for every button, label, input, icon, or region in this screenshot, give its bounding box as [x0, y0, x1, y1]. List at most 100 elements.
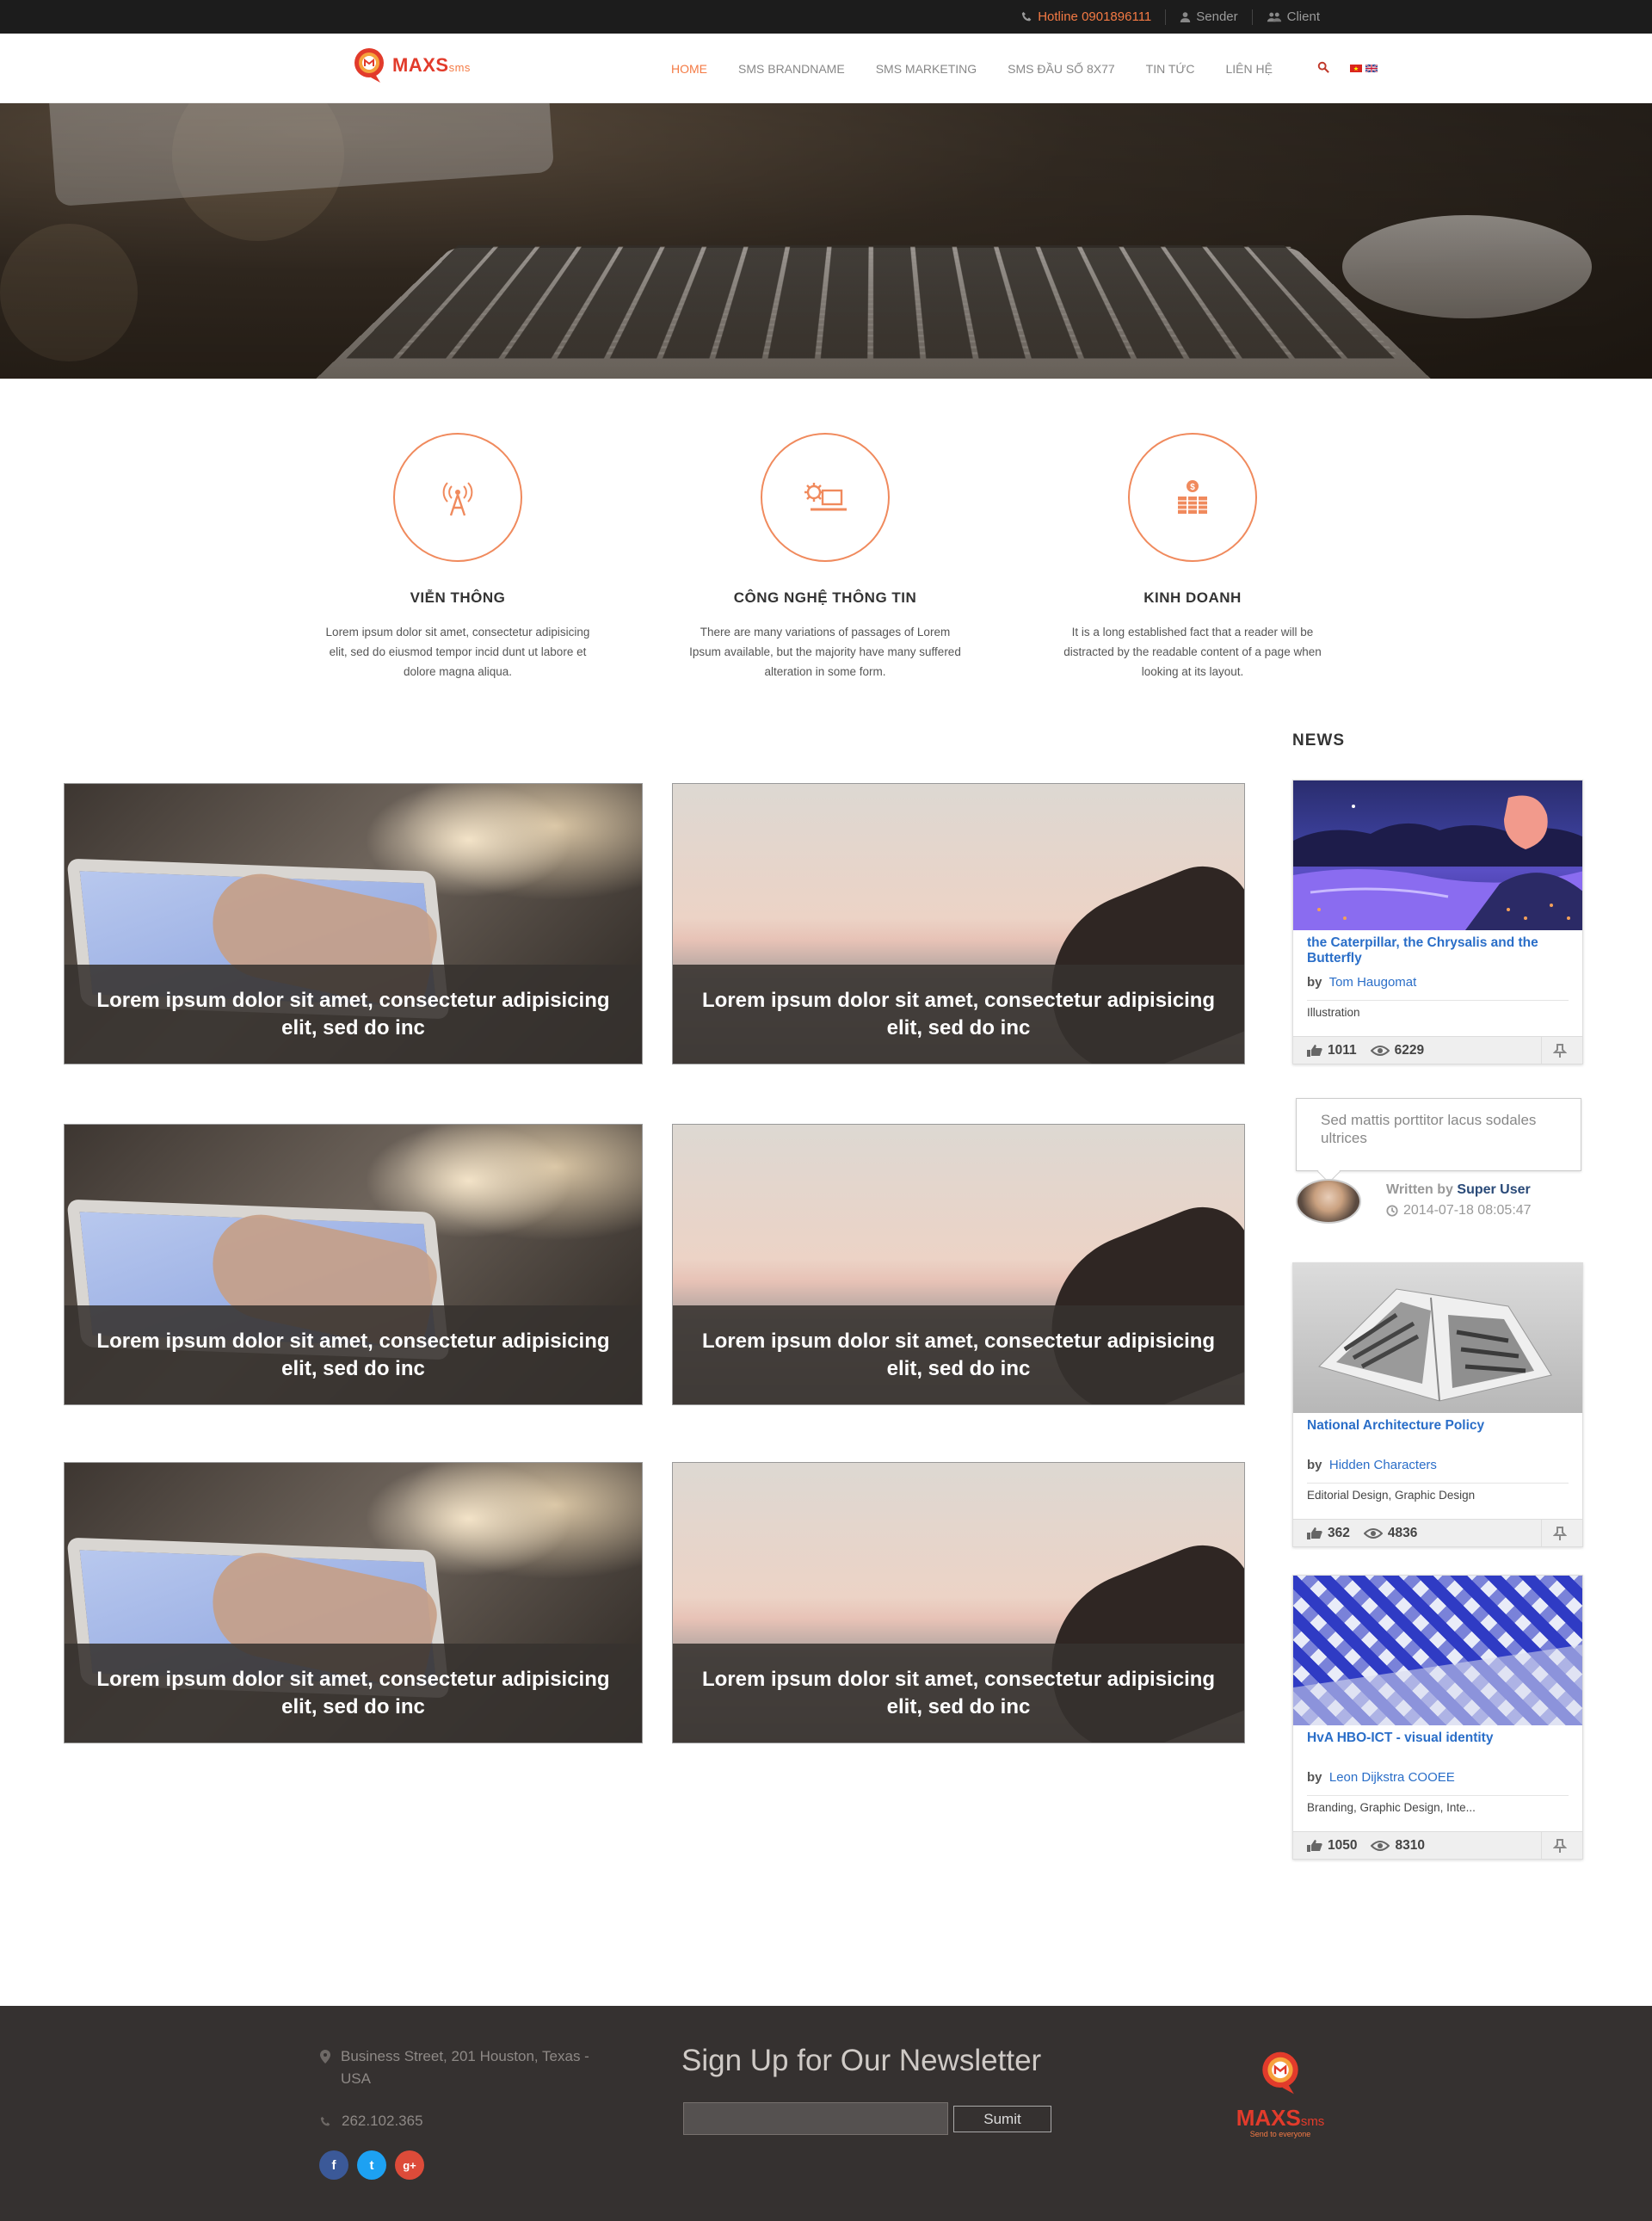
client-link[interactable]: Client	[1252, 9, 1334, 25]
likes-count: 1011	[1307, 1043, 1357, 1058]
news-card-image	[1293, 1263, 1582, 1413]
footer-logo-text: MAXSsms	[1220, 2105, 1341, 2132]
nav-item-sms-brandname[interactable]: SMS BRANDNAME	[738, 62, 845, 76]
map-marker-icon	[320, 2050, 330, 2064]
author-link[interactable]: Super User	[1457, 1182, 1530, 1197]
testimonial-quote: Sed mattis porttitor lacus sodales ultri…	[1296, 1098, 1581, 1171]
nav-item-tin-tuc[interactable]: TIN TỨC	[1146, 62, 1195, 76]
news-card-title[interactable]: National Architecture Policy	[1307, 1418, 1569, 1454]
tile-caption: Lorem ipsum dolor sit amet, consectetur …	[673, 965, 1244, 1064]
footer-logo[interactable]: MAXSsms Send to everyone	[1220, 2049, 1341, 2144]
feature-title: KINH DOANH	[1046, 589, 1339, 607]
hotline[interactable]: Hotline 0901896111	[1008, 9, 1165, 25]
news-card-byline: by Hidden Characters	[1307, 1458, 1569, 1472]
likes-count: 1050	[1307, 1838, 1357, 1854]
news-card-tags: Illustration	[1307, 1000, 1569, 1024]
feature-icon-circle	[761, 433, 890, 562]
footer-address: Business Street, 201 Houston, Texas - US…	[320, 2045, 590, 2090]
news-card-image	[1293, 780, 1582, 930]
pin-icon	[1553, 1839, 1567, 1853]
news-card-author[interactable]: Leon Dijkstra COOEE	[1329, 1770, 1455, 1785]
nav-item-home[interactable]: HOME	[671, 62, 707, 76]
pin-icon	[1553, 1527, 1567, 1540]
news-card-stats: 1011 6229	[1293, 1036, 1582, 1064]
feature-text: There are many variations of passages of…	[679, 622, 971, 682]
nav-item-sms-dau-so[interactable]: SMS ĐẦU SỐ 8X77	[1008, 62, 1115, 76]
footer: Business Street, 201 Houston, Texas - US…	[0, 2006, 1652, 2221]
tile-caption: Lorem ipsum dolor sit amet, consectetur …	[65, 1305, 642, 1404]
avatar	[1296, 1179, 1361, 1224]
user-icon	[1180, 11, 1191, 22]
eye-icon	[1371, 1840, 1390, 1852]
feature-icon-circle	[393, 433, 522, 562]
tile-caption: Lorem ipsum dolor sit amet, consectetur …	[673, 1644, 1244, 1743]
eye-icon	[1371, 1045, 1390, 1057]
news-card[interactable]: National Architecture Policy by Hidden C…	[1292, 1262, 1583, 1547]
likes-count: 362	[1307, 1526, 1350, 1541]
logo-mark-icon	[351, 46, 387, 85]
feature-cong-nghe: CÔNG NGHỆ THÔNG TIN There are many varia…	[679, 433, 971, 682]
gear-laptop-icon	[802, 480, 848, 515]
newsletter-title: Sign Up for Our Newsletter	[681, 2044, 1041, 2078]
feature-title: VIỄN THÔNG	[311, 589, 604, 607]
written-by: Written by Super User	[1386, 1182, 1531, 1198]
antenna-icon	[441, 478, 475, 516]
newsletter-submit-button[interactable]: Sumit	[953, 2106, 1051, 2132]
facebook-icon[interactable]: f	[319, 2150, 348, 2180]
feature-icon-circle: $	[1128, 433, 1257, 562]
clock-icon	[1386, 1205, 1398, 1217]
google-plus-icon[interactable]: g+	[395, 2150, 424, 2180]
logo[interactable]: MAXSsms	[351, 46, 471, 85]
tile-caption: Lorem ipsum dolor sit amet, consectetur …	[65, 965, 642, 1064]
post-date: 2014-07-18 08:05:47	[1386, 1203, 1532, 1218]
news-card-title[interactable]: HvA HBO-ICT - visual identity	[1307, 1731, 1569, 1767]
content-tile[interactable]: Lorem ipsum dolor sit amet, consectetur …	[672, 1124, 1245, 1405]
news-card[interactable]: HvA HBO-ICT - visual identity by Leon Di…	[1292, 1575, 1583, 1860]
content-tile[interactable]: Lorem ipsum dolor sit amet, consectetur …	[672, 783, 1245, 1064]
news-card-author[interactable]: Tom Haugomat	[1329, 975, 1417, 990]
logo-mark-icon	[1256, 2049, 1304, 2097]
news-card-stats: 1050 8310	[1293, 1831, 1582, 1859]
news-card-author[interactable]: Hidden Characters	[1329, 1458, 1437, 1472]
content-tile[interactable]: Lorem ipsum dolor sit amet, consectetur …	[64, 1462, 643, 1743]
pin-button[interactable]	[1541, 1832, 1582, 1859]
news-card[interactable]: the Caterpillar, the Chrysalis and the B…	[1292, 780, 1583, 1064]
pin-button[interactable]	[1541, 1037, 1582, 1064]
nav-item-sms-marketing[interactable]: SMS MARKETING	[876, 62, 977, 76]
flag-uk-icon[interactable]	[1365, 65, 1378, 72]
news-card-image	[1293, 1576, 1582, 1725]
news-card-tags: Editorial Design, Graphic Design	[1307, 1483, 1569, 1507]
content-tile[interactable]: Lorem ipsum dolor sit amet, consectetur …	[64, 783, 643, 1064]
footer-phone: 262.102.365	[320, 2113, 423, 2130]
language-switcher	[1350, 65, 1378, 72]
pin-button[interactable]	[1541, 1520, 1582, 1546]
views-count: 4836	[1364, 1526, 1417, 1541]
features-section: VIỄN THÔNG Lorem ipsum dolor sit amet, c…	[0, 379, 1652, 723]
content-tile[interactable]: Lorem ipsum dolor sit amet, consectetur …	[672, 1462, 1245, 1743]
feature-text: It is a long established fact that a rea…	[1046, 622, 1339, 682]
newsletter-email-input[interactable]	[683, 2102, 948, 2135]
twitter-icon[interactable]: t	[357, 2150, 386, 2180]
news-heading: NEWS	[1292, 731, 1345, 750]
eye-icon	[1364, 1527, 1383, 1539]
thumbs-up-icon	[1307, 1045, 1322, 1057]
search-icon	[1317, 61, 1329, 73]
content-tile[interactable]: Lorem ipsum dolor sit amet, consectetur …	[64, 1124, 643, 1405]
phone-icon	[320, 2116, 331, 2127]
tile-caption: Lorem ipsum dolor sit amet, consectetur …	[65, 1644, 642, 1743]
tile-caption: Lorem ipsum dolor sit amet, consectetur …	[673, 1305, 1244, 1404]
phone-icon	[1021, 11, 1032, 22]
feature-text: Lorem ipsum dolor sit amet, consectetur …	[311, 622, 604, 682]
money-icon: $	[1175, 479, 1210, 515]
top-bar: Hotline 0901896111 Sender Client	[0, 0, 1652, 34]
sender-link[interactable]: Sender	[1165, 9, 1251, 25]
users-icon	[1267, 11, 1282, 22]
main-nav: MAXSsms HOME SMS BRANDNAME SMS MARKETING…	[0, 34, 1652, 103]
feature-kinh-doanh: $ KINH DOANH It is a long established fa…	[1046, 433, 1339, 682]
news-card-stats: 362 4836	[1293, 1519, 1582, 1546]
search-button[interactable]	[1317, 61, 1329, 76]
news-card-byline: by Leon Dijkstra COOEE	[1307, 1770, 1569, 1785]
nav-item-lien-he[interactable]: LIÊN HỆ	[1225, 62, 1272, 76]
flag-vn-icon[interactable]	[1350, 65, 1362, 72]
news-card-title[interactable]: the Caterpillar, the Chrysalis and the B…	[1307, 935, 1569, 972]
